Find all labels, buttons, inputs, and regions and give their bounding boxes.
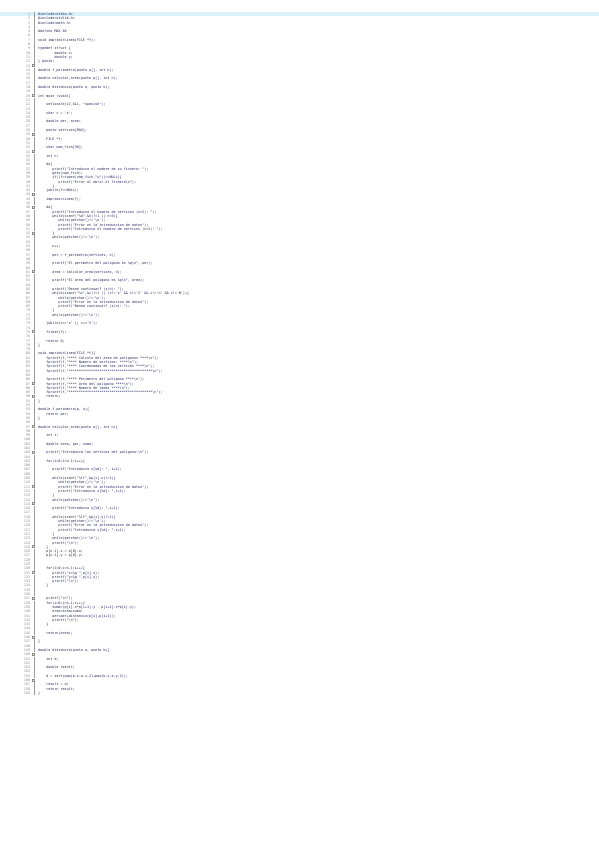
code-line[interactable]: 159}: [0, 690, 599, 696]
fold-toggle-icon[interactable]: [32, 571, 35, 575]
fold-toggle-icon[interactable]: [32, 330, 35, 334]
fold-toggle-icon[interactable]: [32, 485, 35, 489]
fold-toggle-icon[interactable]: [32, 132, 35, 136]
fold-toggle-icon[interactable]: [32, 678, 35, 682]
code-text: }: [38, 690, 41, 695]
fold-toggle-icon[interactable]: [32, 450, 35, 454]
fold-toggle-icon[interactable]: [32, 596, 35, 600]
fold-toggle-icon[interactable]: [32, 394, 35, 398]
fold-toggle-icon[interactable]: [32, 425, 35, 428]
fold-toggle-icon[interactable]: [32, 64, 35, 68]
fold-toggle-icon[interactable]: [32, 150, 35, 153]
fold-toggle-icon[interactable]: [32, 205, 35, 209]
code-editor[interactable]: 1 #include<stdio.h> 2 #include<stdlib.h> 3 #i…: [0, 0, 599, 848]
fold-toggle-icon[interactable]: [32, 545, 35, 549]
fold-toggle-icon[interactable]: [32, 231, 35, 235]
fold-toggle-icon[interactable]: [32, 652, 35, 656]
code-lines[interactable]: 1 #include<stdio.h> 2 #include<stdlib.h> 3 #i…: [0, 12, 599, 696]
fold-toggle-icon[interactable]: [32, 94, 35, 98]
fold-toggle-icon[interactable]: [32, 502, 35, 506]
line-number: 159: [23, 690, 30, 695]
fold-toggle-icon[interactable]: [32, 635, 35, 639]
fold-toggle-icon[interactable]: [32, 192, 35, 196]
fold-toggle-icon[interactable]: [32, 382, 35, 386]
fold-toggle-icon[interactable]: [32, 270, 35, 274]
